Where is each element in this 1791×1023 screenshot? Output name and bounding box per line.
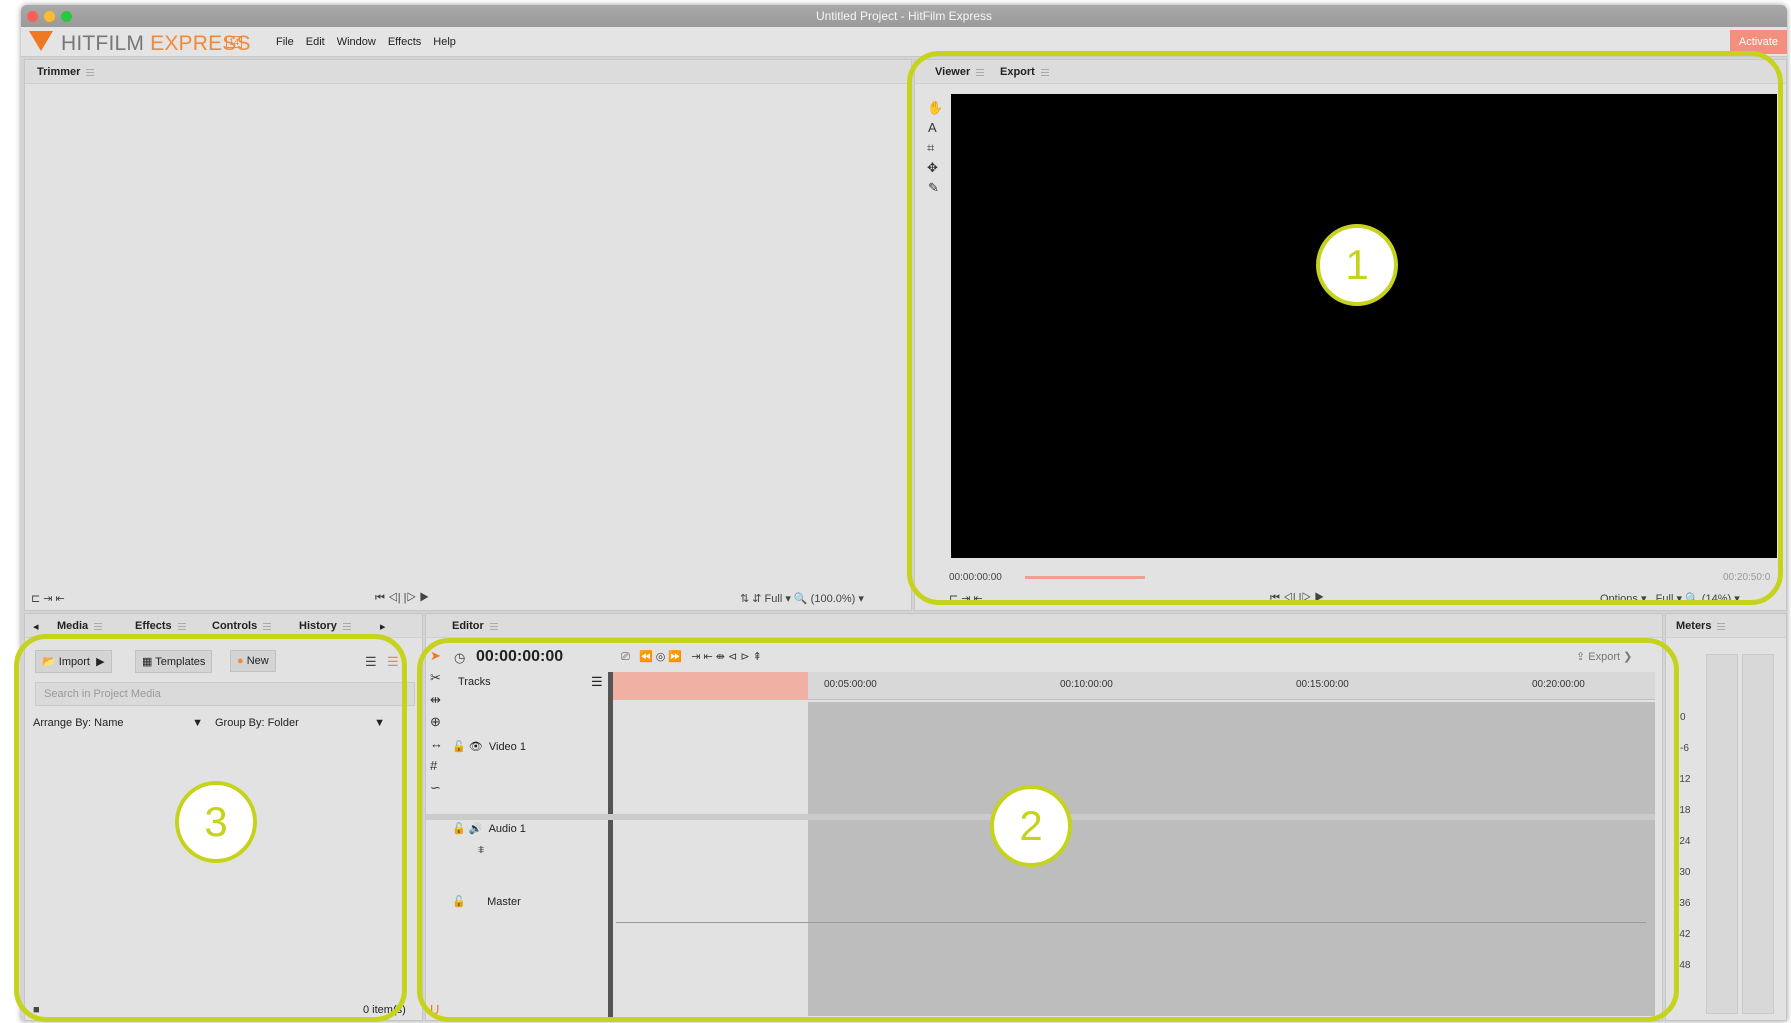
menu-window[interactable]: Window [337,36,376,48]
trimmer-panel: Trimmer ⊏ ⇥ ⇤ ⏮ ◁| |▷ ▶ ⇅ ⇵ Full ▾ 🔍 (10… [24,59,912,611]
annotation-frame-viewer [907,51,1783,605]
menu-bar: File Edit Window Effects Help [276,36,456,48]
panel-menu-icon[interactable] [263,622,272,630]
zoom-window-button[interactable] [61,11,72,22]
panel-menu-icon[interactable] [342,622,351,630]
trimmer-transport-icons[interactable]: ⏮ ◁| |▷ ▶ [375,592,429,605]
tab-meters[interactable]: Meters [1676,620,1726,632]
tab-effects[interactable]: Effects [135,620,186,632]
tab-trimmer[interactable]: Trimmer [37,66,95,78]
tab-controls[interactable]: Controls [212,620,272,632]
trimmer-zoom-select[interactable]: ⇅ ⇵ Full ▾ 🔍 (100.0%) ▾ [740,592,864,605]
app-logo: HITFILM EXPRESS [61,32,251,55]
title-bar: Untitled Project - HitFilm Express [21,5,1787,27]
panel-menu-icon[interactable] [177,622,186,630]
meter-right-channel [1742,654,1774,1014]
tab-history[interactable]: History [299,620,351,632]
tab-media[interactable]: Media [57,620,103,632]
menu-file[interactable]: File [276,36,294,48]
hitfilm-logo-icon [29,31,53,51]
tab-editor[interactable]: Editor [452,620,498,632]
annotation-label-1: 1 [1316,224,1398,306]
scroll-right-icon[interactable]: ▸ [380,620,386,633]
meter-scale-6: -6 [1680,743,1689,754]
annotation-label-2: 2 [990,785,1072,867]
meter-left-channel [1706,654,1738,1014]
menu-effects[interactable]: Effects [388,36,421,48]
window-title: Untitled Project - HitFilm Express [815,9,993,23]
version-badge: 14 [226,36,243,48]
minimize-window-button[interactable] [44,11,55,22]
annotation-label-3: 3 [175,781,257,863]
panel-menu-icon[interactable] [86,68,95,76]
trimmer-tabstrip [25,60,911,84]
meter-scale-0: 0 [1680,712,1686,723]
panel-menu-icon[interactable] [1717,622,1726,630]
panel-menu-icon[interactable] [489,622,498,630]
trimmer-in-out-icons[interactable]: ⊏ ⇥ ⇤ [31,592,65,605]
menu-help[interactable]: Help [433,36,456,48]
scroll-left-icon[interactable]: ◂ [33,620,39,633]
meters-panel: Meters 0 -6 -12 -18 -24 -30 -36 -42 -48 [1665,613,1787,1021]
close-window-button[interactable] [27,11,38,22]
editor-tabstrip [426,614,1662,638]
menu-edit[interactable]: Edit [306,36,325,48]
panel-menu-icon[interactable] [94,622,103,630]
